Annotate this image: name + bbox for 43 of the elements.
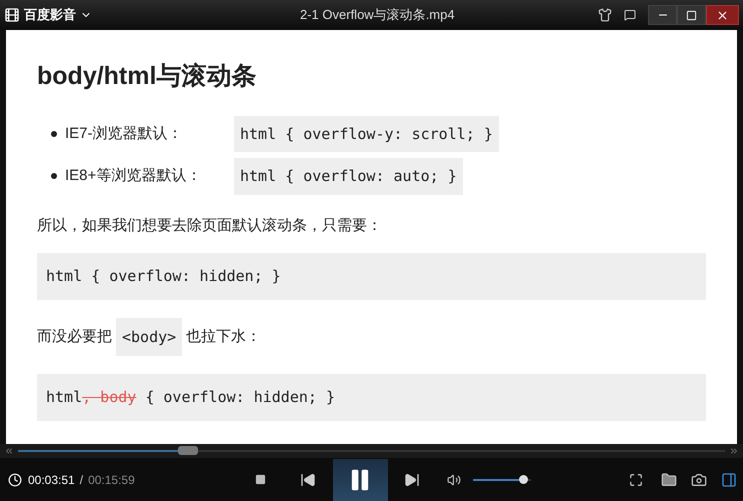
next-button[interactable] xyxy=(404,472,420,488)
film-reel-icon xyxy=(4,7,20,23)
stop-icon xyxy=(254,474,266,485)
clock-icon xyxy=(8,472,22,486)
inline-code: <body> xyxy=(116,318,182,356)
paragraph: 所以，如果我们想要去除页面默认滚动条，只需要： xyxy=(37,216,383,236)
slide-heading: body/html与滚动条 xyxy=(37,61,258,92)
next-icon xyxy=(404,472,420,488)
previous-button[interactable] xyxy=(300,472,316,488)
time-separator: / xyxy=(80,472,84,488)
bullet-label: IE8+等浏览器默认： xyxy=(65,166,202,186)
volume-thumb[interactable] xyxy=(519,475,528,484)
code-block: html { overflow: hidden; } xyxy=(37,253,706,300)
rewind-icon[interactable] xyxy=(4,446,14,456)
pause-button[interactable] xyxy=(332,458,388,500)
maximize-button[interactable] xyxy=(677,5,706,25)
volume-slider[interactable] xyxy=(472,475,531,484)
fullscreen-icon[interactable] xyxy=(629,472,643,486)
app-menu-button[interactable]: 百度影音 xyxy=(24,5,92,25)
volume-icon[interactable] xyxy=(446,472,461,486)
current-time: 00:03:51 xyxy=(28,472,75,488)
total-time: 00:15:59 xyxy=(88,472,135,488)
folder-icon[interactable] xyxy=(661,472,677,488)
previous-icon xyxy=(300,472,316,488)
camera-icon[interactable] xyxy=(691,472,707,488)
close-button[interactable] xyxy=(706,5,739,25)
maximize-icon xyxy=(686,10,697,20)
bullet-icon xyxy=(51,173,57,180)
close-icon xyxy=(716,8,729,22)
side-panel-icon[interactable] xyxy=(721,472,737,488)
code-block: html, body { overflow: hidden; } xyxy=(37,374,706,420)
text: 也拉下水： xyxy=(186,326,262,346)
seek-thumb[interactable] xyxy=(178,446,198,455)
bullet-label: IE7-浏览器默认： xyxy=(65,124,184,144)
inline-code: html { overflow-y: scroll; } xyxy=(234,116,499,152)
text: 而没必要把 xyxy=(37,326,112,346)
fast-forward-icon[interactable] xyxy=(729,446,739,456)
speech-bubble-icon[interactable] xyxy=(624,9,636,21)
shirt-icon[interactable] xyxy=(598,8,612,22)
inline-code: html { overflow: auto; } xyxy=(234,158,463,194)
bullet-icon xyxy=(51,130,57,137)
stop-button[interactable] xyxy=(254,474,266,485)
window-title: 2-1 Overflow与滚动条.mp4 xyxy=(300,6,455,24)
